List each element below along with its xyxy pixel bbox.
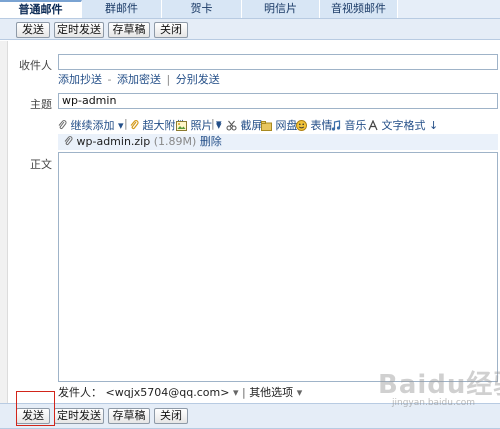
music-label: 音乐 bbox=[344, 119, 367, 132]
sender-label: 发件人： bbox=[58, 386, 102, 399]
music-icon bbox=[331, 120, 341, 131]
save-draft-button[interactable]: 存草稿 bbox=[108, 22, 150, 38]
top-toolbar: 发送 定时发送 存草稿 关闭 bbox=[0, 18, 500, 40]
toolbar-divider: | bbox=[124, 117, 128, 130]
netdisk-label: 网盘 bbox=[275, 119, 298, 132]
separate-send-link[interactable]: 分别发送 bbox=[176, 73, 220, 86]
send-button[interactable]: 发送 bbox=[16, 408, 50, 424]
body-label: 正文 bbox=[30, 158, 52, 171]
tab-video-mail[interactable]: 音视频邮件 bbox=[320, 0, 398, 18]
send-button[interactable]: 发送 bbox=[16, 22, 50, 38]
subject-label: 主题 bbox=[30, 98, 52, 111]
text-format-label: 文字格式 bbox=[381, 119, 426, 132]
attachment-filename: wp-admin.zip bbox=[76, 135, 151, 148]
recipient-input[interactable] bbox=[58, 54, 498, 70]
sender-address-select[interactable]: <wqjx5704@qq.com> bbox=[106, 386, 230, 399]
netdisk-button[interactable]: 网盘 bbox=[261, 117, 298, 133]
bottom-toolbar: 发送 定时发送 存草稿 关闭 bbox=[0, 403, 500, 429]
scissors-icon bbox=[226, 120, 237, 131]
recipient-label: 收件人 bbox=[19, 59, 52, 72]
screenshot-label: 截屏 bbox=[240, 119, 263, 132]
emoji-label: 表情 bbox=[310, 119, 333, 132]
add-cc-link[interactable]: 添加抄送 bbox=[58, 73, 102, 86]
tab-postcard[interactable]: 明信片 bbox=[242, 0, 320, 18]
netdisk-icon bbox=[261, 121, 272, 131]
close-button[interactable]: 关闭 bbox=[154, 408, 188, 424]
sender-divider: | bbox=[241, 386, 246, 399]
photo-label: 照片 bbox=[190, 119, 213, 132]
attachment-row: wp-admin.zip (1.89M) 删除 bbox=[58, 134, 498, 150]
attachment-size: (1.89M) bbox=[153, 135, 197, 148]
tab-bar-fill bbox=[398, 0, 500, 18]
toolbar-divider: | bbox=[211, 117, 215, 130]
schedule-send-button[interactable]: 定时发送 bbox=[54, 22, 104, 38]
emoji-button[interactable]: 表情 bbox=[296, 117, 333, 133]
tab-group-mail[interactable]: 群邮件 bbox=[82, 0, 162, 18]
continue-add-caret[interactable]: ▾ bbox=[118, 119, 124, 132]
left-gutter bbox=[0, 41, 8, 403]
save-draft-button[interactable]: 存草稿 bbox=[108, 408, 150, 424]
paperclip-icon bbox=[64, 136, 73, 145]
close-button[interactable]: 关闭 bbox=[154, 22, 188, 38]
paperclip-icon bbox=[58, 120, 67, 129]
tab-greeting-card[interactable]: 贺卡 bbox=[162, 0, 242, 18]
add-bcc-link[interactable]: 添加密送 bbox=[117, 73, 161, 86]
mail-type-tabs: 普通邮件 群邮件 贺卡 明信片 音视频邮件 bbox=[0, 0, 500, 18]
message-body-editor[interactable] bbox=[58, 152, 498, 382]
photo-icon bbox=[176, 121, 187, 131]
other-options-link[interactable]: 其他选项 bbox=[249, 386, 293, 399]
subject-input[interactable]: wp-admin bbox=[58, 93, 498, 109]
link-separator: - bbox=[107, 73, 112, 86]
link-separator: | bbox=[166, 73, 171, 86]
screenshot-button[interactable]: 截屏 bbox=[226, 117, 263, 133]
large-attachment-icon bbox=[130, 120, 139, 130]
tab-normal-mail[interactable]: 普通邮件 bbox=[0, 0, 82, 18]
sender-caret[interactable]: ▾ bbox=[233, 386, 239, 399]
schedule-send-button[interactable]: 定时发送 bbox=[54, 408, 104, 424]
continue-add-label: 继续添加 bbox=[70, 119, 115, 132]
music-button[interactable]: 音乐 bbox=[331, 117, 367, 133]
photo-menu-caret[interactable]: ▾ bbox=[216, 117, 222, 130]
text-format-button[interactable]: 文字格式 ↓ bbox=[368, 117, 438, 133]
recipient-links: 添加抄送 - 添加密送 | 分别发送 bbox=[58, 71, 220, 87]
sender-row: 发件人： <wqjx5704@qq.com> ▾ | 其他选项 ▾ bbox=[58, 384, 302, 400]
continue-add-attachment[interactable]: 继续添加 ▾ bbox=[58, 117, 124, 133]
delete-attachment-link[interactable]: 删除 bbox=[200, 135, 222, 148]
text-format-icon bbox=[368, 120, 378, 131]
smiley-icon bbox=[296, 120, 307, 131]
other-options-caret[interactable]: ▾ bbox=[297, 386, 303, 399]
text-format-arrow: ↓ bbox=[429, 119, 439, 132]
